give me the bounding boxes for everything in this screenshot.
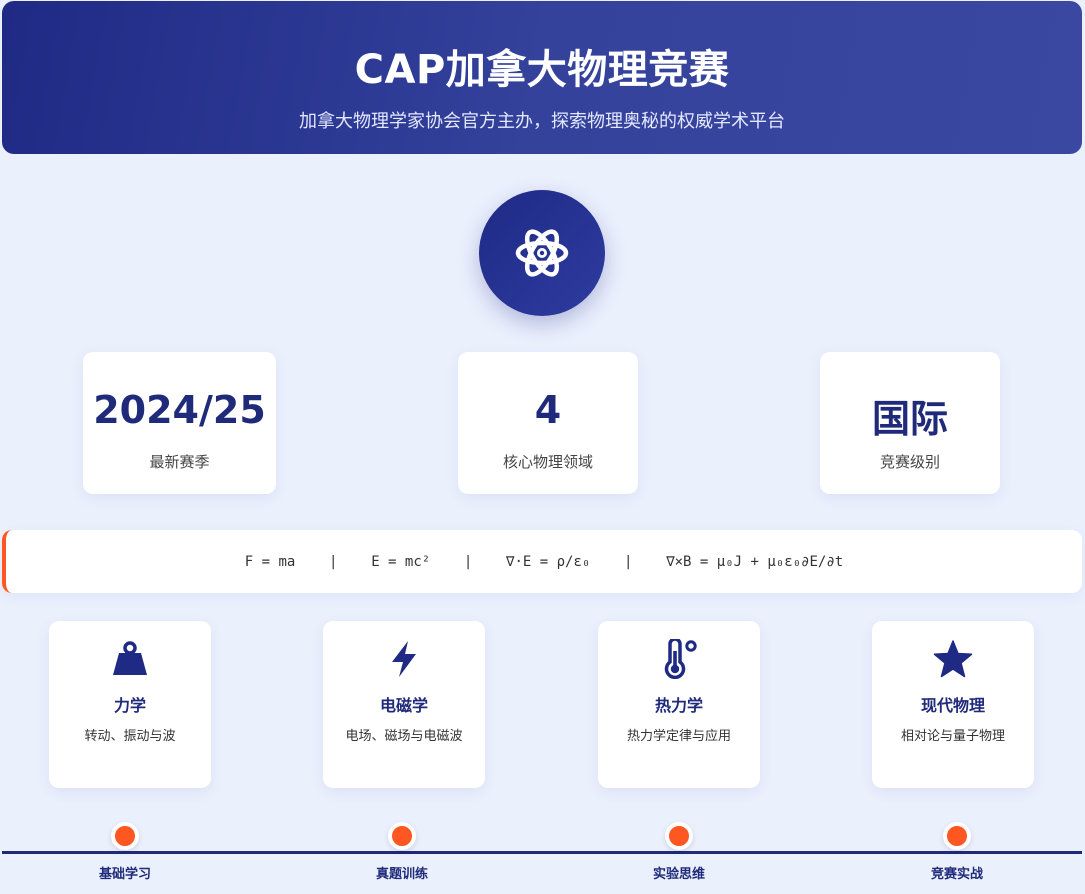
- topic-description: 转动、振动与波: [84, 729, 176, 744]
- atom-icon: [515, 229, 569, 277]
- timeline-label-experiment: 实验思维: [652, 867, 705, 882]
- thermometer-icon: [664, 639, 697, 679]
- stat-value: 2024/25: [93, 388, 266, 432]
- star-icon: [933, 640, 973, 678]
- topic-card-electromagnetism[interactable]: 电磁学 电场、磁场与电磁波: [323, 621, 485, 788]
- stat-value: 4: [534, 388, 562, 432]
- timeline-dot[interactable]: [943, 822, 971, 850]
- timeline-dot[interactable]: [665, 822, 693, 850]
- formula-strip: F = ma | E = mc² | ∇·E = ρ/ε₀ | ∇×B = μ₀…: [2, 530, 1082, 593]
- topic-description: 热力学定律与应用: [626, 729, 731, 744]
- page-title: CAP加拿大物理竞赛: [354, 47, 730, 93]
- topic-title: 力学: [113, 696, 146, 715]
- stat-card-level: 国际 竞赛级别: [820, 352, 1000, 494]
- timeline-label-practice: 真题训练: [375, 867, 428, 882]
- topic-card-thermodynamics[interactable]: 热力学 热力学定律与应用: [598, 621, 760, 788]
- topic-description: 相对论与量子物理: [900, 729, 1005, 744]
- atom-logo: [479, 190, 605, 316]
- topic-title: 热力学: [654, 696, 703, 715]
- stat-value: 国际: [871, 397, 948, 441]
- stat-label: 竞赛级别: [879, 453, 940, 471]
- stat-card-domains: 4 核心物理领域: [458, 352, 638, 494]
- topic-title: 电磁学: [379, 696, 428, 715]
- timeline-label-basics: 基础学习: [98, 867, 151, 882]
- stat-card-season: 2024/25 最新赛季: [83, 352, 276, 494]
- header-banner: CAP加拿大物理竞赛 加拿大物理学家协会官方主办，探索物理奥秘的权威学术平台: [2, 1, 1082, 154]
- topic-card-mechanics[interactable]: 力学 转动、振动与波: [49, 621, 211, 788]
- topic-description: 电场、磁场与电磁波: [345, 729, 463, 744]
- page-subtitle: 加拿大物理学家协会官方主办，探索物理奥秘的权威学术平台: [299, 111, 785, 132]
- topic-title: 现代物理: [920, 696, 985, 715]
- weight-icon: [113, 641, 147, 675]
- lightning-icon: [392, 641, 416, 677]
- stat-label: 核心物理领域: [502, 453, 593, 471]
- stat-label: 最新赛季: [149, 453, 210, 471]
- timeline-line: [2, 851, 1082, 854]
- timeline-dot[interactable]: [111, 822, 139, 850]
- topic-card-modern-physics[interactable]: 现代物理 相对论与量子物理: [872, 621, 1034, 788]
- timeline-label-competition: 竞赛实战: [930, 867, 983, 882]
- timeline-dot[interactable]: [388, 822, 416, 850]
